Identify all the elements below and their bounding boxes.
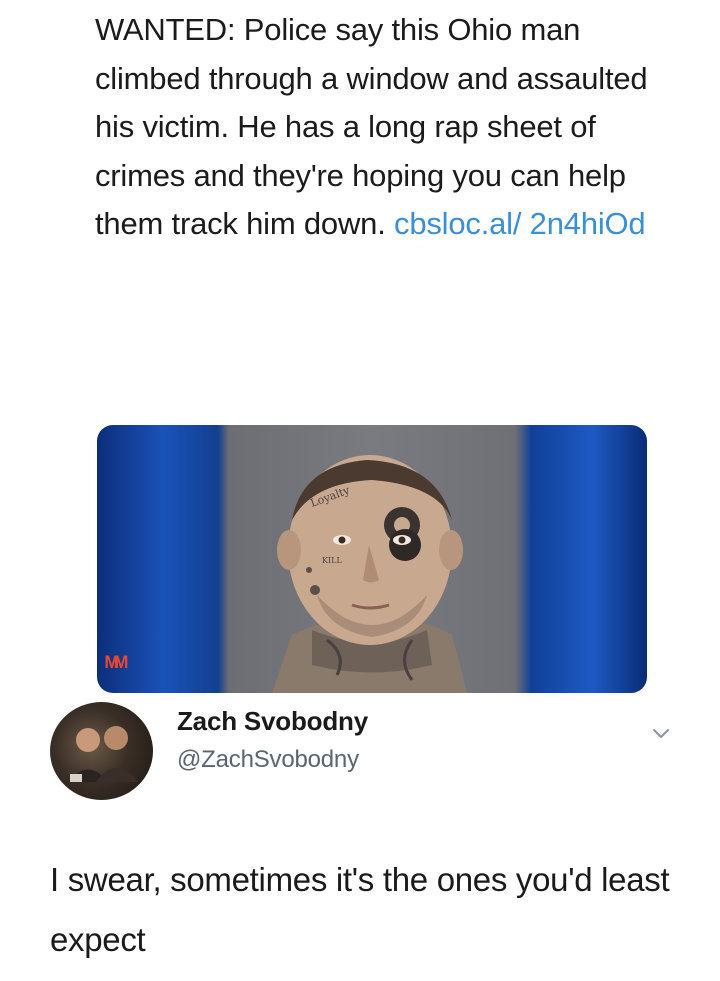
- tweet-text: I swear, sometimes it's the ones you'd l…: [50, 861, 670, 958]
- tweet-header: Zach Svobodny @ZachSvobodny: [50, 702, 690, 802]
- svg-text:KILL: KILL: [322, 556, 342, 565]
- mugshot-photo: Loyalty KILL: [272, 455, 467, 693]
- display-name[interactable]: Zach Svobodny: [177, 706, 368, 737]
- media-image[interactable]: Loyalty KILL ᴹᴹ: [97, 425, 647, 693]
- post-link[interactable]: cbsloc.al/ 2n4hiOd: [394, 206, 646, 241]
- avatar[interactable]: [50, 702, 153, 800]
- chevron-down-icon[interactable]: [650, 722, 672, 744]
- avatar-photo-icon: [68, 726, 138, 782]
- cbs-logo-icon: ᴹᴹ: [105, 650, 128, 680]
- post-text: WANTED: Police say this Ohio man climbed…: [95, 6, 665, 249]
- handle[interactable]: @ZachSvobodny: [177, 746, 359, 774]
